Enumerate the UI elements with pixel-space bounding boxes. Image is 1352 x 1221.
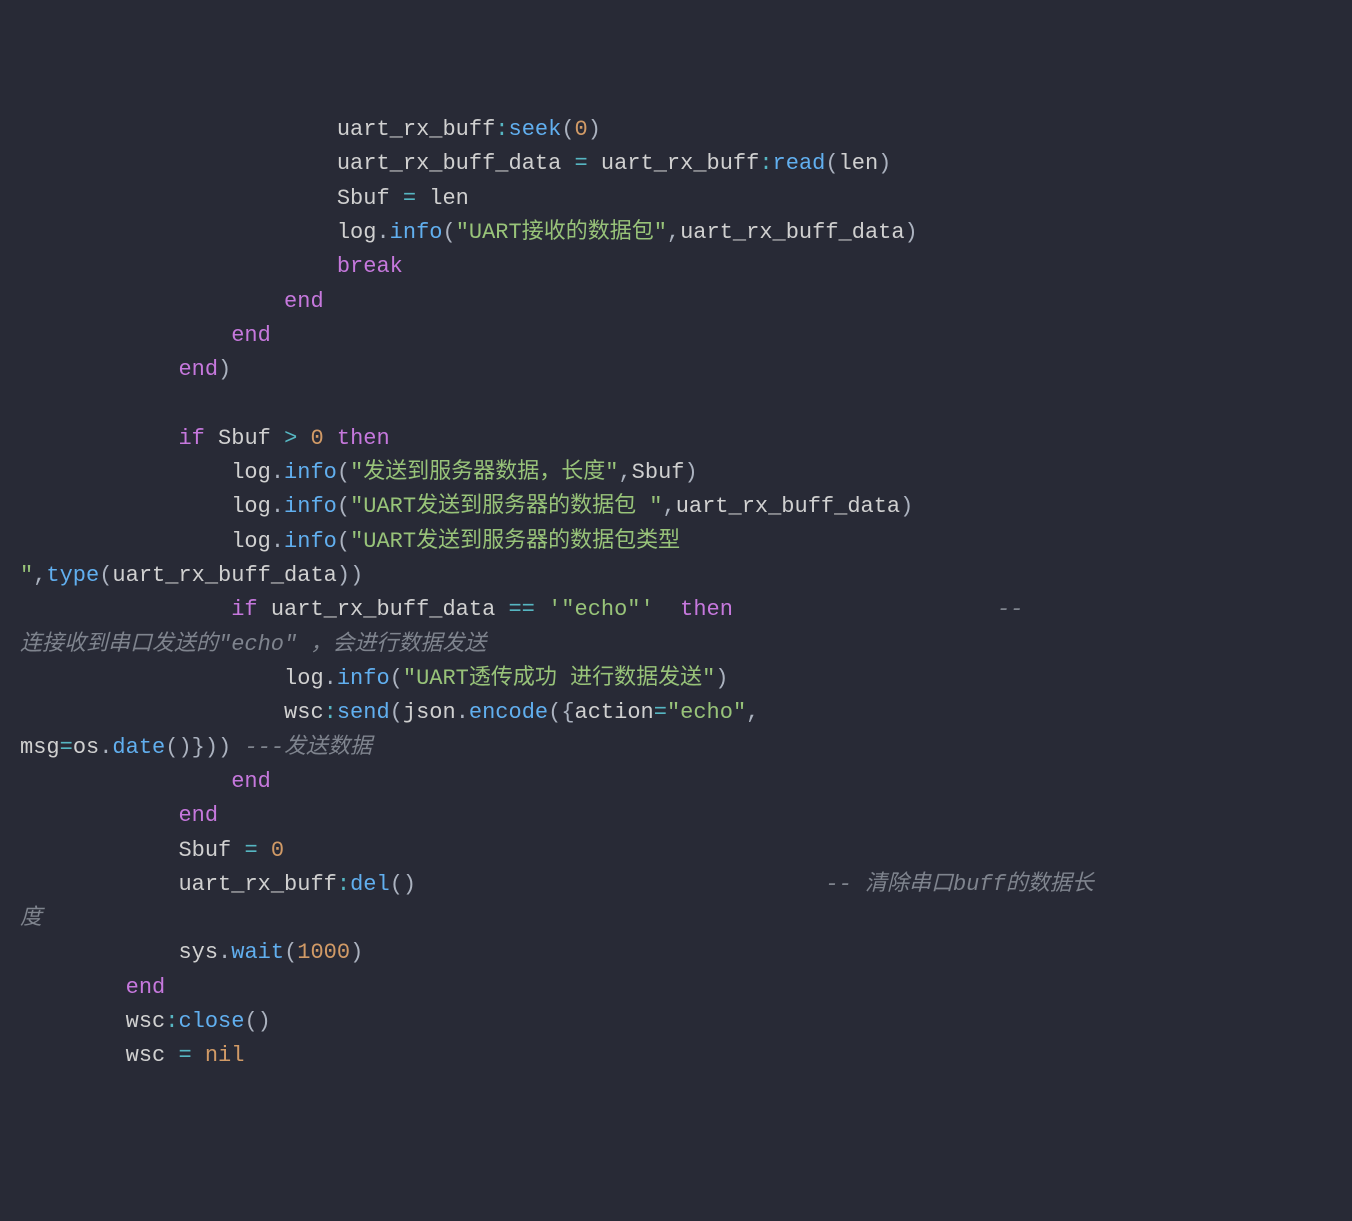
code-line: 连接收到串口发送的"echo" ，会进行数据发送: [20, 632, 486, 657]
code-line: Sbuf = len: [20, 186, 469, 211]
code-line: end: [20, 323, 271, 348]
code-line: wsc = nil: [20, 1043, 244, 1068]
code-line: msg=os.date()})) ---发送数据: [20, 735, 372, 760]
code-line: uart_rx_buff:del() -- 清除串口buff的数据长: [20, 872, 1094, 897]
code-line: end: [20, 975, 165, 1000]
code-line: if Sbuf > 0 then: [20, 426, 390, 451]
code-line: log.info("UART透传成功 进行数据发送"): [20, 666, 729, 691]
code-line: wsc:close(): [20, 1009, 271, 1034]
code-line: log.info("UART发送到服务器的数据包 ",uart_rx_buff_…: [20, 494, 913, 519]
code-line: end: [20, 289, 324, 314]
code-line: break: [20, 254, 403, 279]
code-line: uart_rx_buff_data = uart_rx_buff:read(le…: [20, 151, 891, 176]
code-line: wsc:send(json.encode({action="echo",: [20, 700, 759, 725]
code-line: uart_rx_buff:seek(0): [20, 117, 601, 142]
code-line: end: [20, 769, 271, 794]
code-line: sys.wait(1000): [20, 940, 363, 965]
code-line: 度: [20, 906, 42, 931]
code-line: ",type(uart_rx_buff_data)): [20, 563, 363, 588]
code-line: log.info("UART接收的数据包",uart_rx_buff_data): [20, 220, 918, 245]
code-editor[interactable]: uart_rx_buff:seek(0) uart_rx_buff_data =…: [20, 113, 1332, 1074]
code-line: if uart_rx_buff_data == '"echo"' then --: [20, 597, 1023, 622]
code-line: Sbuf = 0: [20, 838, 284, 863]
code-line: end: [20, 803, 218, 828]
code-line: log.info("UART发送到服务器的数据包类型: [20, 529, 693, 554]
code-line: end): [20, 357, 231, 382]
code-line: log.info("发送到服务器数据，长度",Sbuf): [20, 460, 698, 485]
